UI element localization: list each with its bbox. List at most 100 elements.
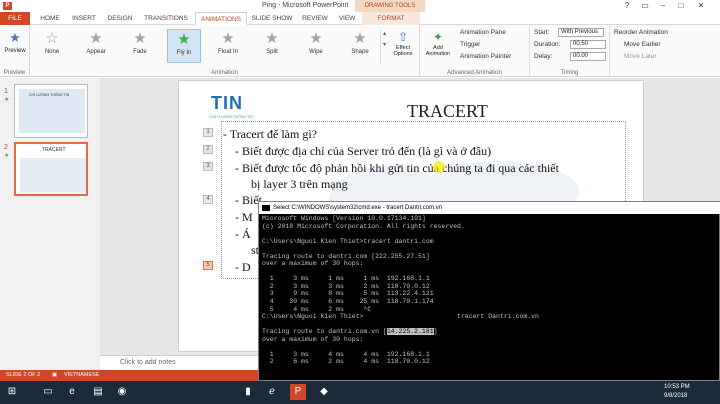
clock-date: 9/8/2018 (664, 393, 688, 399)
cmd-output[interactable]: Microsoft Windows [Version 10.0.17134.19… (262, 215, 539, 366)
anim-marker-3[interactable]: 3 (203, 162, 213, 171)
slide-thumbnails: 1 ★ CHỈ LƯỜNG THÔNG TIN 2 ★ TRACERT (0, 78, 100, 370)
slide-counter: SLIDE 2 OF 2 (6, 372, 41, 378)
preview-button[interactable]: ★ Preview (2, 29, 28, 63)
tab-design[interactable]: DESIGN (104, 12, 136, 25)
tab-review[interactable]: REVIEW (298, 12, 332, 25)
task-view-icon[interactable]: ▭ (40, 384, 56, 400)
gallery-scroll[interactable]: ▴ ▾ (380, 29, 388, 63)
cmd-title-bar[interactable]: Select C:\WINDOWS\system32\cmd.exe - tra… (259, 202, 720, 214)
bullet-1: - Tracert để làm gì? (223, 127, 317, 141)
start-label: Start: (534, 29, 550, 36)
reorder-label: Reorder Animation (614, 29, 668, 36)
float-in-star-icon: ★ (221, 30, 235, 47)
slide-title[interactable]: TRACERT (407, 101, 488, 122)
scroll-up-icon: ▴ (382, 31, 386, 37)
ie-icon[interactable]: ℯ (264, 384, 280, 400)
trigger-button[interactable]: Trigger (460, 41, 480, 48)
clock-time: 10:53 PM (664, 384, 690, 390)
animation-shape[interactable]: ★ Shape (343, 29, 377, 63)
close-button[interactable]: ✕ (694, 1, 708, 11)
thumb-1-number: 1 (4, 88, 8, 95)
scroll-down-icon: ▾ (382, 42, 386, 48)
bullet-7: - D (235, 260, 251, 274)
anim-marker-4[interactable]: 4 (203, 195, 213, 204)
logo: TIN CHẤT LƯỢNG THÔNG TIN (209, 91, 267, 123)
move-earlier-button[interactable]: Move Earlier (624, 41, 660, 48)
advanced-animation-group: ✦ Add Animation Animation Pane Trigger A… (420, 25, 530, 77)
tool-icon[interactable]: ◆ (316, 384, 332, 400)
thumb-2-anim-marker: ★ (4, 153, 10, 159)
anim-marker-2[interactable]: 2 (203, 145, 213, 154)
ribbon-tabs: FILE HOME INSERT DESIGN TRANSITIONS ANIM… (0, 12, 720, 25)
animation-float-in-label: Float In (217, 49, 238, 55)
tab-home[interactable]: HOME (36, 12, 64, 25)
effect-options-button[interactable]: ⇧ Effect Options (388, 29, 418, 65)
anim-marker-5[interactable]: 5 (203, 261, 213, 270)
spelling-icon[interactable]: ▣ (52, 370, 57, 381)
tab-animations[interactable]: ANIMATIONS (195, 12, 247, 25)
move-later-button[interactable]: Move Later (624, 53, 657, 60)
tab-transitions[interactable]: TRANSITIONS (140, 12, 192, 25)
duration-label: Duration: (534, 41, 561, 48)
minimize-button[interactable]: – (656, 1, 670, 11)
animation-fly-in-label: Fly In (176, 50, 192, 56)
cmd-line: (c) 2018 Microsoft Corporation. All righ… (262, 222, 465, 230)
appear-star-icon: ★ (89, 30, 103, 47)
logo-caption: CHẤT LƯỢNG THÔNG TIN (209, 115, 253, 119)
tab-slide-show[interactable]: SLIDE SHOW (250, 12, 294, 25)
effect-options-label: Effect Options (393, 45, 413, 57)
bullet-3-cont: bị layer 3 trên mạng (251, 177, 348, 191)
animation-split[interactable]: ★ Split (255, 29, 289, 63)
preview-star-icon: ★ (9, 30, 21, 45)
none-star-icon: ☆ (45, 30, 59, 47)
start-select[interactable]: With Previous (558, 28, 604, 37)
animation-float-in[interactable]: ★ Float In (211, 29, 245, 63)
cmd-window[interactable]: Select C:\WINDOWS\system32\cmd.exe - tra… (258, 201, 720, 381)
powerpoint-icon[interactable]: P (290, 384, 306, 400)
start-icon[interactable]: ⊞ (4, 384, 20, 400)
duration-stepper[interactable]: 00.50 (570, 40, 606, 49)
animation-none[interactable]: ☆ None (35, 29, 69, 63)
window-title: Ping - Microsoft PowerPoint (262, 2, 349, 9)
animation-appear[interactable]: ★ Appear (79, 29, 113, 63)
slide-thumb-2[interactable]: TRACERT (14, 142, 88, 196)
animation-fly-in[interactable]: ★ Fly In (167, 29, 201, 63)
cmd-line: C:\Users\Nguoi Kien Thiet> tracert Dantr… (262, 313, 539, 321)
effect-options-arrow-icon: ⇧ (397, 30, 409, 44)
animation-appear-label: Appear (86, 49, 106, 55)
app-logo-icon: P (3, 2, 12, 10)
anim-marker-1[interactable]: 1 (203, 128, 213, 137)
edge-icon[interactable]: e (64, 384, 80, 400)
thumb-1-anim-marker: ★ (4, 97, 10, 103)
animation-wipe[interactable]: ★ Wipe (299, 29, 333, 63)
animation-painter-button[interactable]: Animation Painter (460, 53, 511, 60)
cmd-line: over a maximum of 30 hops: (262, 335, 364, 343)
cmd-line: C:\Users\Nguoi Kien Thiet>tracert dantri… (262, 237, 434, 245)
animation-fade[interactable]: ★ Fade (123, 29, 157, 63)
ribbon: ★ Preview Preview ☆ None ★ Appear ★ Fade ★ F… (0, 25, 720, 77)
tab-file[interactable]: FILE (0, 12, 30, 25)
cmd-line: 1 3 ms 4 ms 4 ms 192.168.1.1 (262, 350, 430, 358)
bullet-3: - Biết được tốc độ phản hồi khi gửi tin … (235, 161, 559, 175)
fade-star-icon: ★ (133, 30, 147, 47)
cmd-line: 4 30 ms 6 ms 25 ms 118.70.1.174 (262, 298, 434, 306)
help-button[interactable]: ? (620, 1, 634, 11)
tab-view[interactable]: VIEW (336, 12, 358, 25)
delay-stepper[interactable]: 00.00 (570, 52, 606, 61)
cmd-icon[interactable]: ▮ (240, 384, 256, 400)
tab-insert[interactable]: INSERT (68, 12, 100, 25)
slide-thumb-1[interactable]: CHỈ LƯỜNG THÔNG TIN (14, 84, 88, 138)
preview-group: ★ Preview Preview (0, 25, 30, 77)
language-indicator[interactable]: VIETNAMESE (64, 370, 99, 381)
cmd-selection: 14.225.2.181 (386, 328, 434, 336)
ribbon-display-button[interactable]: ▭ (638, 1, 652, 11)
animation-pane-button[interactable]: Animation Pane (460, 29, 506, 36)
chrome-icon[interactable]: ◉ (114, 384, 130, 400)
cursor-highlight (433, 161, 445, 173)
maximize-button[interactable]: □ (674, 1, 688, 11)
tab-format[interactable]: FORMAT (362, 12, 420, 25)
add-animation-button[interactable]: ✦ Add Animation (423, 29, 453, 65)
folder-icon[interactable]: ▤ (90, 384, 106, 400)
thumb-2-number: 2 (4, 144, 8, 151)
